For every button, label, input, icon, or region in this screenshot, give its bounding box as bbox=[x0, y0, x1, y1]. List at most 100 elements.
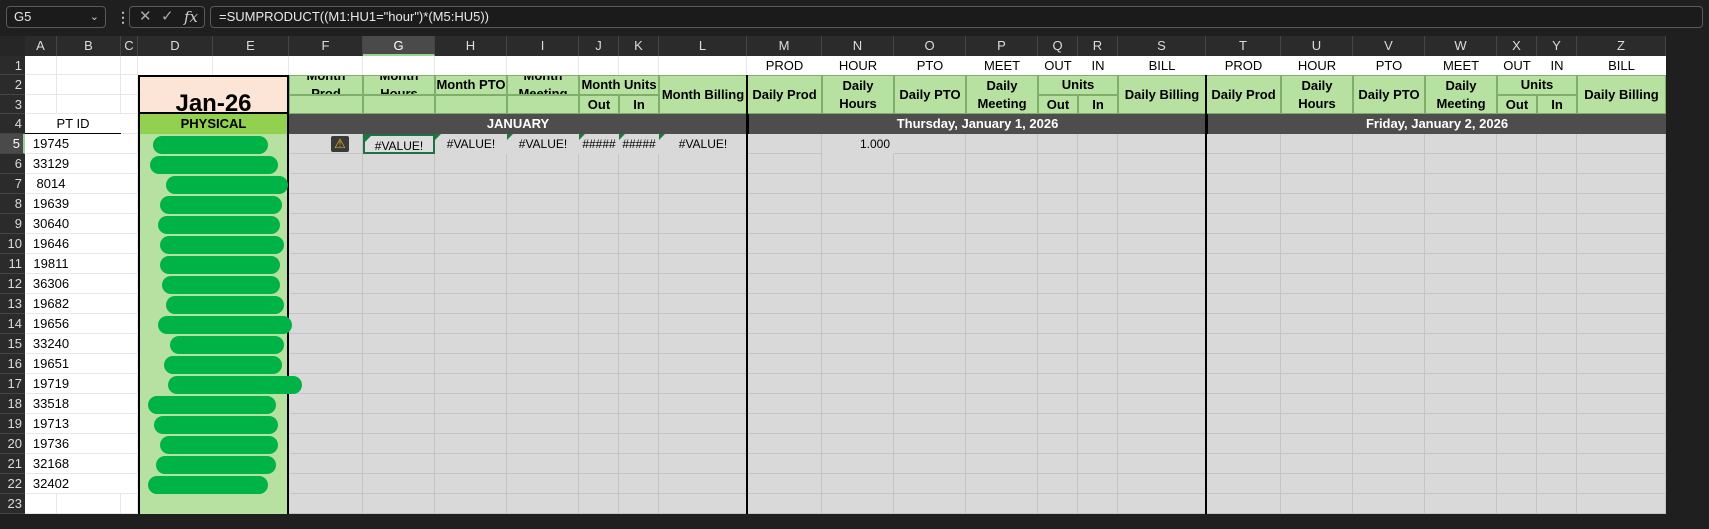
cell[interactable] bbox=[619, 374, 659, 394]
cell[interactable] bbox=[1537, 374, 1577, 394]
cell[interactable] bbox=[822, 294, 894, 314]
cell[interactable] bbox=[1281, 354, 1353, 374]
cell[interactable] bbox=[1577, 234, 1666, 254]
cell[interactable] bbox=[747, 494, 822, 514]
cell[interactable] bbox=[1577, 454, 1666, 474]
cell[interactable] bbox=[747, 374, 822, 394]
cell[interactable] bbox=[507, 374, 579, 394]
cell[interactable] bbox=[289, 154, 363, 174]
cell[interactable] bbox=[1425, 494, 1497, 514]
cell[interactable] bbox=[435, 274, 507, 294]
cell[interactable] bbox=[1118, 154, 1206, 174]
cell[interactable] bbox=[507, 354, 579, 374]
row-header-7[interactable]: 7 bbox=[0, 174, 25, 194]
cell[interactable] bbox=[966, 134, 1038, 154]
cell[interactable] bbox=[659, 474, 747, 494]
cell[interactable] bbox=[363, 374, 435, 394]
cell[interactable] bbox=[507, 294, 579, 314]
cell[interactable] bbox=[1281, 394, 1353, 414]
row-header-1[interactable]: 1 bbox=[0, 56, 25, 75]
cell[interactable] bbox=[966, 174, 1038, 194]
cell[interactable] bbox=[1206, 454, 1281, 474]
cell[interactable] bbox=[894, 314, 966, 334]
cell[interactable] bbox=[579, 474, 619, 494]
cell[interactable] bbox=[289, 234, 363, 254]
row-header-17[interactable]: 17 bbox=[0, 374, 25, 394]
cell[interactable] bbox=[1078, 294, 1118, 314]
cell[interactable] bbox=[289, 494, 363, 514]
cell[interactable] bbox=[1537, 214, 1577, 234]
cell[interactable] bbox=[966, 194, 1038, 214]
cell[interactable] bbox=[1118, 414, 1206, 434]
cell[interactable] bbox=[1577, 494, 1666, 514]
cell[interactable] bbox=[579, 354, 619, 374]
cell[interactable] bbox=[966, 214, 1038, 234]
cell[interactable] bbox=[659, 174, 747, 194]
cell[interactable] bbox=[435, 434, 507, 454]
cell[interactable] bbox=[1281, 314, 1353, 334]
row-header-4[interactable]: 4 bbox=[0, 114, 25, 134]
cell[interactable] bbox=[507, 234, 579, 254]
cell[interactable] bbox=[1038, 454, 1078, 474]
cell[interactable] bbox=[619, 334, 659, 354]
cell[interactable] bbox=[619, 234, 659, 254]
cell[interactable] bbox=[363, 454, 435, 474]
cell[interactable] bbox=[1353, 334, 1425, 354]
cell[interactable] bbox=[1118, 474, 1206, 494]
cell[interactable] bbox=[435, 354, 507, 374]
cell[interactable] bbox=[579, 314, 619, 334]
cell[interactable] bbox=[659, 214, 747, 234]
cell[interactable] bbox=[659, 494, 747, 514]
cell[interactable] bbox=[1497, 414, 1537, 434]
cell[interactable] bbox=[363, 174, 435, 194]
cell[interactable] bbox=[1425, 394, 1497, 414]
column-header-h[interactable]: H bbox=[435, 36, 507, 56]
cell[interactable] bbox=[822, 334, 894, 354]
cell[interactable] bbox=[1206, 194, 1281, 214]
cell[interactable] bbox=[1038, 134, 1078, 154]
cell[interactable] bbox=[435, 494, 507, 514]
cell[interactable] bbox=[747, 314, 822, 334]
cell[interactable] bbox=[1425, 254, 1497, 274]
cell[interactable] bbox=[1206, 234, 1281, 254]
cell[interactable] bbox=[579, 394, 619, 414]
cell[interactable] bbox=[435, 394, 507, 414]
cell[interactable] bbox=[1281, 214, 1353, 234]
cell[interactable] bbox=[619, 194, 659, 214]
cell[interactable] bbox=[1038, 494, 1078, 514]
cell[interactable] bbox=[1206, 374, 1281, 394]
cell[interactable] bbox=[966, 374, 1038, 394]
cell[interactable] bbox=[894, 374, 966, 394]
row-header-10[interactable]: 10 bbox=[0, 234, 25, 254]
cell[interactable] bbox=[1425, 374, 1497, 394]
cell[interactable] bbox=[619, 294, 659, 314]
cell[interactable] bbox=[1497, 314, 1537, 334]
cell[interactable] bbox=[1577, 194, 1666, 214]
cell[interactable] bbox=[289, 354, 363, 374]
cell[interactable] bbox=[966, 274, 1038, 294]
cell[interactable] bbox=[747, 234, 822, 254]
pt-id-cell[interactable]: 19719 bbox=[25, 374, 121, 394]
cell[interactable] bbox=[289, 454, 363, 474]
cell[interactable] bbox=[1577, 354, 1666, 374]
cell[interactable] bbox=[966, 254, 1038, 274]
cell[interactable] bbox=[822, 274, 894, 294]
cell[interactable] bbox=[1078, 274, 1118, 294]
cell[interactable] bbox=[1353, 274, 1425, 294]
cell[interactable] bbox=[1038, 234, 1078, 254]
cell[interactable] bbox=[507, 434, 579, 454]
cell[interactable] bbox=[822, 474, 894, 494]
cell[interactable] bbox=[747, 254, 822, 274]
pt-id-cell[interactable]: 33518 bbox=[25, 394, 121, 414]
cell[interactable] bbox=[1537, 474, 1577, 494]
cell[interactable] bbox=[1497, 354, 1537, 374]
pt-id-cell[interactable]: 32402 bbox=[25, 474, 121, 494]
cell[interactable] bbox=[363, 254, 435, 274]
pt-id-cell[interactable]: 19656 bbox=[25, 314, 121, 334]
cell[interactable] bbox=[435, 314, 507, 334]
cell[interactable] bbox=[1038, 414, 1078, 434]
cell[interactable] bbox=[1206, 334, 1281, 354]
cell[interactable] bbox=[966, 474, 1038, 494]
cell[interactable] bbox=[363, 394, 435, 414]
cell[interactable] bbox=[1537, 194, 1577, 214]
